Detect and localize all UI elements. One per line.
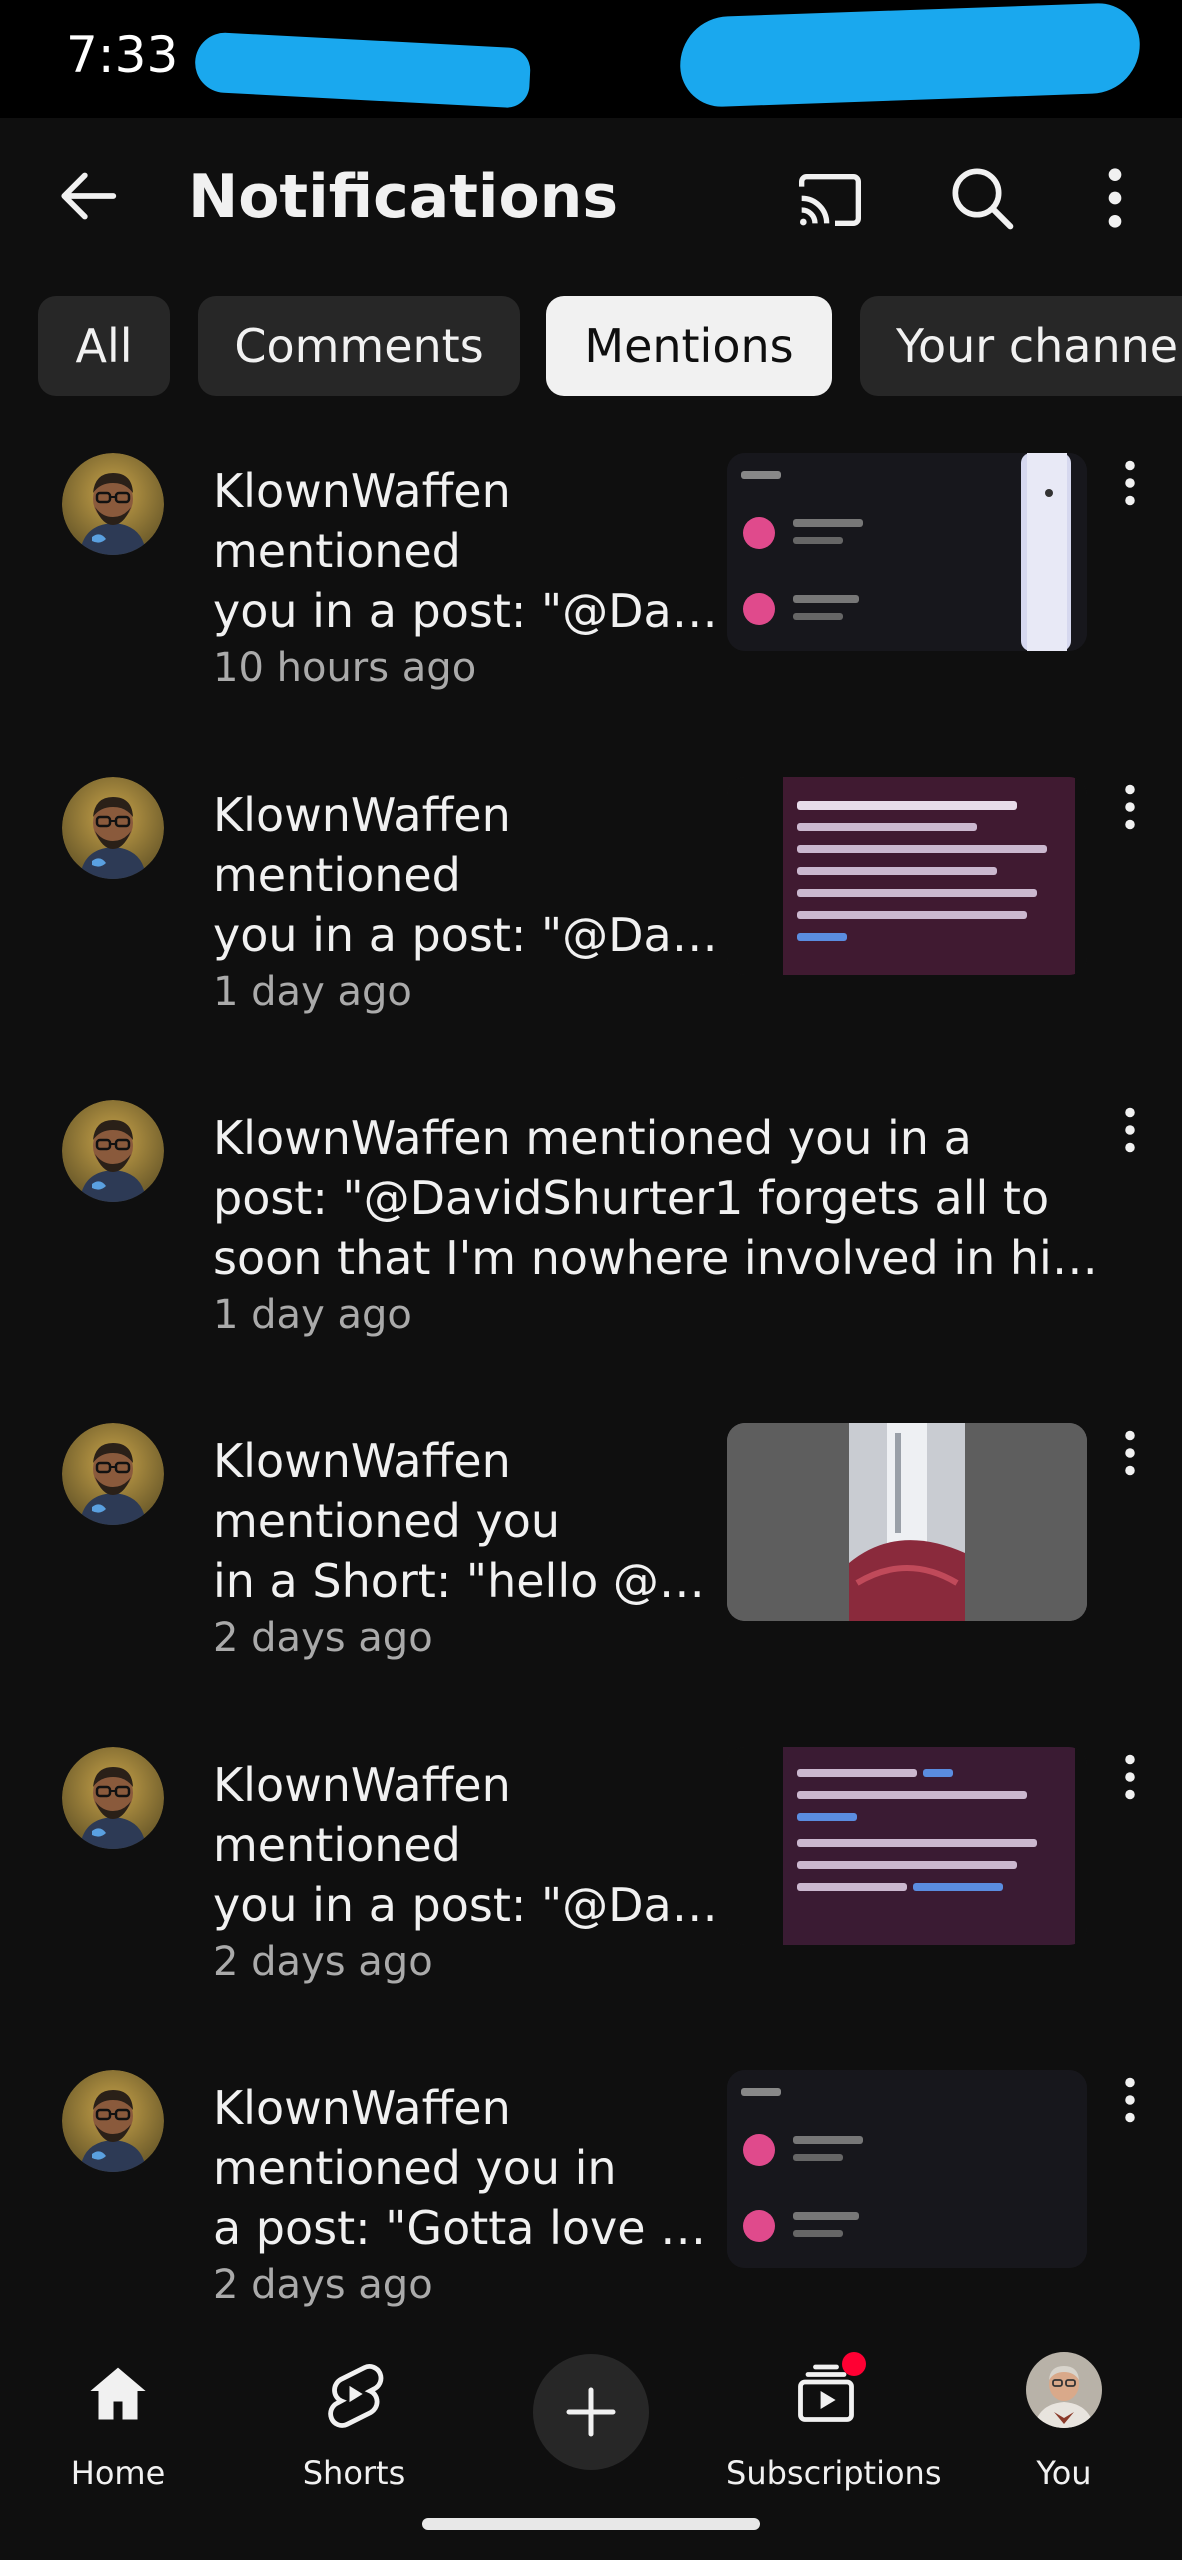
more-vert-icon [1125, 2077, 1135, 2123]
redaction-mark [678, 2, 1142, 108]
item-more-button[interactable] [1110, 1423, 1150, 1483]
more-vert-icon [1125, 1430, 1135, 1476]
notification-badge [842, 2352, 866, 2376]
nav-label: Home [70, 2454, 166, 2492]
notification-thumbnail[interactable] [727, 1747, 1087, 1945]
notification-thumbnail[interactable] [727, 777, 1087, 975]
nav-label: Shorts [302, 2454, 406, 2492]
notification-thumbnail[interactable] [727, 453, 1087, 651]
item-more-button[interactable] [1110, 1747, 1150, 1807]
notification-text: KlownWaffen mentioned you in a post: "@D… [213, 788, 718, 962]
nav-you[interactable]: You [964, 2352, 1164, 2498]
notification-thumbnail[interactable] [727, 2070, 1087, 2268]
more-options-button[interactable] [1090, 158, 1140, 238]
filter-chips: All Comments Mentions Your channe [38, 296, 1182, 396]
notification-text: KlownWaffen mentioned you in a post: "Go… [213, 2081, 707, 2255]
more-vert-icon [1125, 1754, 1135, 1800]
item-more-button[interactable] [1110, 453, 1150, 513]
item-more-button[interactable] [1110, 1100, 1150, 1160]
nav-home[interactable]: Home [18, 2358, 218, 2498]
chip-comments[interactable]: Comments [198, 296, 520, 396]
arrow-left-icon [61, 172, 117, 220]
page-title: Notifications [188, 162, 619, 232]
notification-text: KlownWaffen mentioned you in a post: "@D… [213, 464, 718, 638]
notification-time: 10 hours ago [213, 645, 477, 691]
notification-time: 1 day ago [213, 969, 412, 1015]
chip-mentions[interactable]: Mentions [546, 296, 832, 396]
chip-your-channel[interactable]: Your channe [860, 296, 1182, 396]
chip-all[interactable]: All [38, 296, 170, 396]
nav-subscriptions[interactable]: Subscriptions [726, 2352, 942, 2498]
status-time: 7:33 [66, 26, 179, 84]
avatar[interactable] [62, 1747, 164, 1849]
cast-icon [799, 174, 861, 226]
avatar[interactable] [62, 453, 164, 555]
plus-icon [566, 2387, 616, 2437]
notification-text: KlownWaffen mentioned you in a post: "@D… [213, 1758, 718, 1932]
more-vert-icon [1125, 784, 1135, 830]
top-app-bar: Notifications [0, 118, 1182, 274]
notification-thumbnail[interactable] [727, 1423, 1087, 1621]
more-vert-icon [1108, 168, 1122, 228]
screen: 7:33 Notifications All Comments Mentions… [0, 0, 1182, 2560]
item-more-button[interactable] [1110, 777, 1150, 837]
avatar[interactable] [62, 1100, 164, 1202]
nav-label: You [1036, 2454, 1092, 2492]
avatar[interactable] [62, 1423, 164, 1525]
status-bar: 7:33 [0, 0, 1182, 118]
item-more-button[interactable] [1110, 2070, 1150, 2130]
nav-shorts[interactable]: Shorts [254, 2358, 454, 2498]
notification-item[interactable]: KlownWaffen mentioned you in a post: "@D… [0, 1100, 1182, 1400]
home-indicator[interactable] [422, 2518, 760, 2530]
notification-item[interactable]: KlownWaffen mentioned you in a Short: "h… [0, 1423, 1182, 1723]
notification-item[interactable]: KlownWaffen mentioned you in a post: "@D… [0, 777, 1182, 1077]
home-icon [90, 2367, 146, 2420]
notification-time: 2 days ago [213, 1939, 433, 1985]
notification-text: KlownWaffen mentioned you in a Short: "h… [213, 1434, 705, 1608]
notification-item[interactable]: KlownWaffen mentioned you in a post: "@D… [0, 453, 1182, 753]
avatar [1026, 2352, 1102, 2428]
search-icon [952, 168, 1014, 230]
more-vert-icon [1125, 460, 1135, 506]
avatar[interactable] [62, 2070, 164, 2172]
more-vert-icon [1125, 1107, 1135, 1153]
notification-time: 2 days ago [213, 1615, 433, 1661]
shorts-icon [328, 2364, 384, 2428]
search-button[interactable] [942, 158, 1022, 238]
cast-button[interactable] [790, 160, 870, 240]
notification-item[interactable]: KlownWaffen mentioned you in a post: "Go… [0, 2070, 1182, 2370]
create-button[interactable] [533, 2354, 649, 2470]
avatar[interactable] [62, 777, 164, 879]
notification-text: KlownWaffen mentioned you in a post: "@D… [213, 1111, 1098, 1285]
nav-label: Subscriptions [726, 2454, 942, 2492]
notification-time: 1 day ago [213, 1292, 412, 1338]
notification-item[interactable]: KlownWaffen mentioned you in a post: "@D… [0, 1747, 1182, 2047]
back-button[interactable] [50, 158, 126, 234]
redaction-mark [193, 31, 532, 109]
notification-time: 2 days ago [213, 2262, 433, 2308]
